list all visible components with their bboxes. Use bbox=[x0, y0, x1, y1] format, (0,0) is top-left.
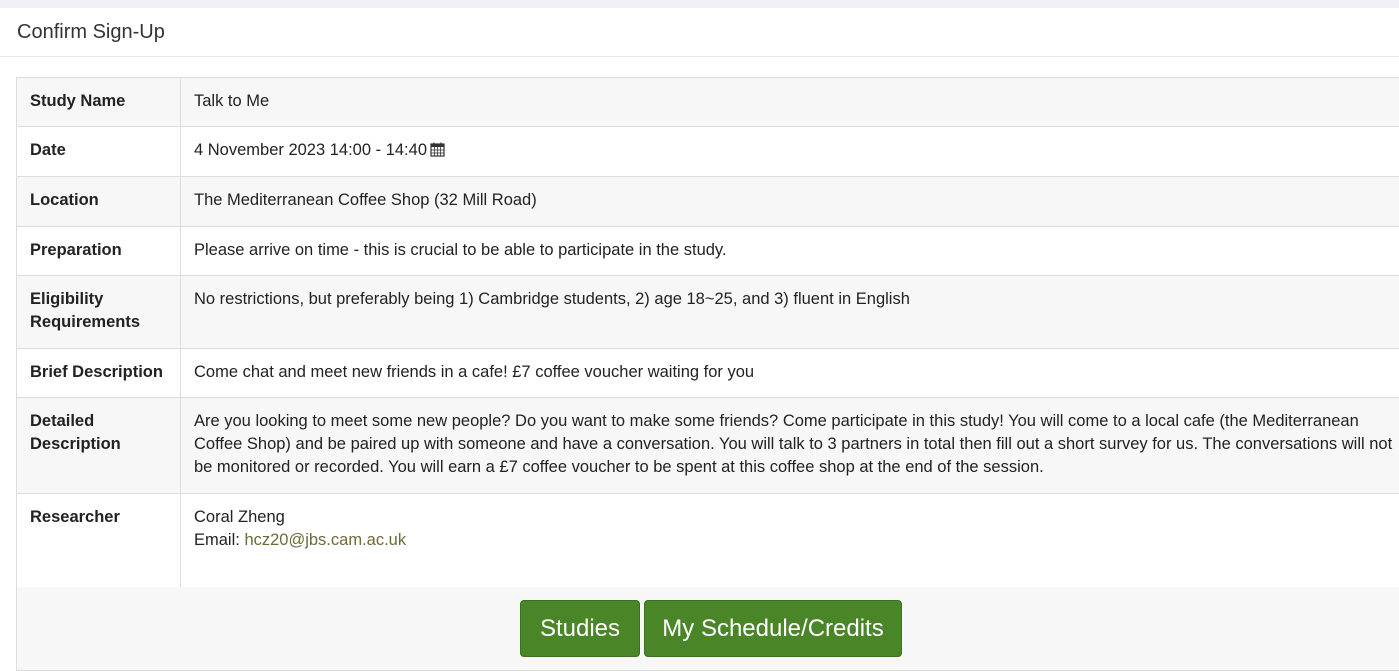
studies-button[interactable]: Studies bbox=[520, 600, 640, 657]
table-row-date: Date 4 November 2023 14:00 - 14:40 bbox=[16, 126, 1399, 177]
table-row-location: Location The Mediterranean Coffee Shop (… bbox=[16, 176, 1399, 227]
researcher-cell: Coral Zheng Email: hcz20@jbs.cam.ac.uk bbox=[180, 493, 1399, 590]
preparation-label: Preparation bbox=[16, 226, 181, 276]
page-title: Confirm Sign-Up bbox=[17, 21, 165, 43]
researcher-email-line: Email: hcz20@jbs.cam.ac.uk bbox=[194, 529, 1399, 552]
date-label: Date bbox=[16, 126, 181, 177]
preparation-value: Please arrive on time - this is crucial … bbox=[180, 226, 1399, 276]
researcher-email-link[interactable]: hcz20@jbs.cam.ac.uk bbox=[244, 531, 406, 549]
table-row-detailed-description: Detailed Description Are you looking to … bbox=[16, 397, 1399, 494]
location-label: Location bbox=[16, 176, 181, 227]
table-row-eligibility: Eligibility Requirements No restrictions… bbox=[16, 275, 1399, 349]
panel-header: Confirm Sign-Up bbox=[0, 8, 1399, 57]
study-details-table: Study Name Talk to Me Date 4 November 20… bbox=[16, 77, 1399, 590]
eligibility-value: No restrictions, but preferably being 1)… bbox=[180, 275, 1399, 349]
table-row-study-name: Study Name Talk to Me bbox=[16, 77, 1399, 127]
actions-bar: Studies My Schedule/Credits bbox=[16, 587, 1399, 671]
researcher-label: Researcher bbox=[16, 493, 181, 590]
email-label: Email: bbox=[194, 531, 240, 549]
date-value: 4 November 2023 14:00 - 14:40 bbox=[194, 141, 427, 159]
table-row-researcher: Researcher Coral Zheng Email: hcz20@jbs.… bbox=[16, 493, 1399, 590]
calendar-icon[interactable] bbox=[430, 141, 445, 164]
brief-description-label: Brief Description bbox=[16, 348, 181, 398]
my-schedule-credits-button[interactable]: My Schedule/Credits bbox=[644, 600, 902, 657]
table-row-preparation: Preparation Please arrive on time - this… bbox=[16, 226, 1399, 276]
detailed-description-label: Detailed Description bbox=[16, 397, 181, 494]
table-row-brief-description: Brief Description Come chat and meet new… bbox=[16, 348, 1399, 398]
top-bar bbox=[0, 0, 1399, 8]
detailed-description-value: Are you looking to meet some new people?… bbox=[180, 397, 1399, 494]
study-name-label: Study Name bbox=[16, 77, 181, 127]
location-value: The Mediterranean Coffee Shop (32 Mill R… bbox=[180, 176, 1399, 227]
researcher-name: Coral Zheng bbox=[194, 508, 285, 526]
date-cell: 4 November 2023 14:00 - 14:40 bbox=[180, 126, 1399, 177]
study-name-value: Talk to Me bbox=[180, 77, 1399, 127]
brief-description-value: Come chat and meet new friends in a cafe… bbox=[180, 348, 1399, 398]
eligibility-label: Eligibility Requirements bbox=[16, 275, 181, 349]
